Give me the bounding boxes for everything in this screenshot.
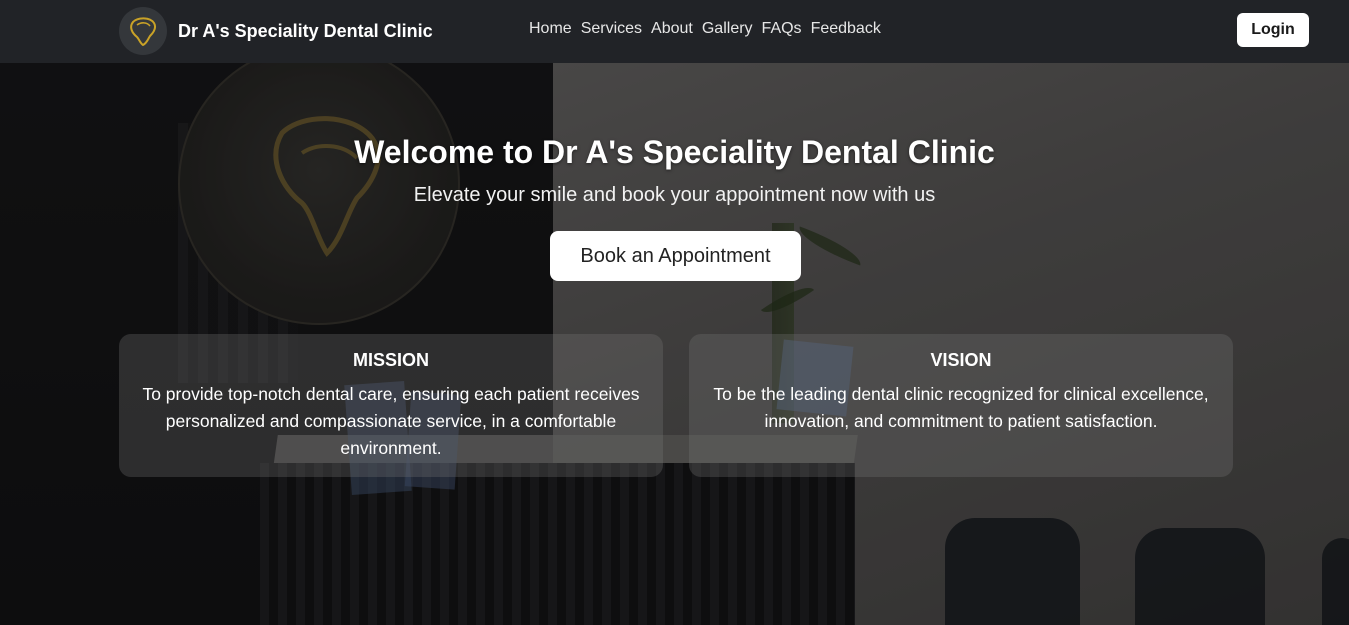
nav-link-services[interactable]: Services — [581, 20, 642, 38]
brand-name: Dr A's Speciality Dental Clinic — [178, 20, 433, 41]
book-appointment-button[interactable]: Book an Appointment — [550, 231, 801, 281]
nav-link-faqs[interactable]: FAQs — [762, 20, 802, 38]
vision-title: VISION — [930, 350, 992, 370]
mission-card: MISSION To provide top-notch dental care… — [119, 334, 663, 477]
tooth-logo-icon — [119, 7, 167, 55]
nav-link-gallery[interactable]: Gallery — [702, 20, 753, 38]
vision-card: VISION To be the leading dental clinic r… — [689, 334, 1233, 477]
nav-link-about[interactable]: About — [651, 20, 693, 38]
login-button[interactable]: Login — [1237, 13, 1309, 47]
mission-title: MISSION — [352, 350, 429, 370]
hero-subtitle: Elevate your smile and book your appoint… — [413, 184, 936, 206]
navbar: Dr A's Speciality Dental Clinic Home Ser… — [0, 0, 1349, 63]
vision-text: To be the leading dental clinic recogniz… — [713, 384, 1209, 431]
page: Dr A's Speciality Dental Clinic Home Ser… — [0, 0, 1349, 625]
hero-title: Welcome to Dr A's Speciality Dental Clin… — [354, 134, 995, 170]
nav-links: Home Services About Gallery FAQs Feedbac… — [529, 20, 890, 38]
nav-link-home[interactable]: Home — [529, 20, 572, 38]
brand-link[interactable]: Dr A's Speciality Dental Clinic — [119, 7, 433, 55]
mission-text: To provide top-notch dental care, ensuri… — [142, 384, 640, 458]
nav-link-feedback[interactable]: Feedback — [811, 20, 881, 38]
